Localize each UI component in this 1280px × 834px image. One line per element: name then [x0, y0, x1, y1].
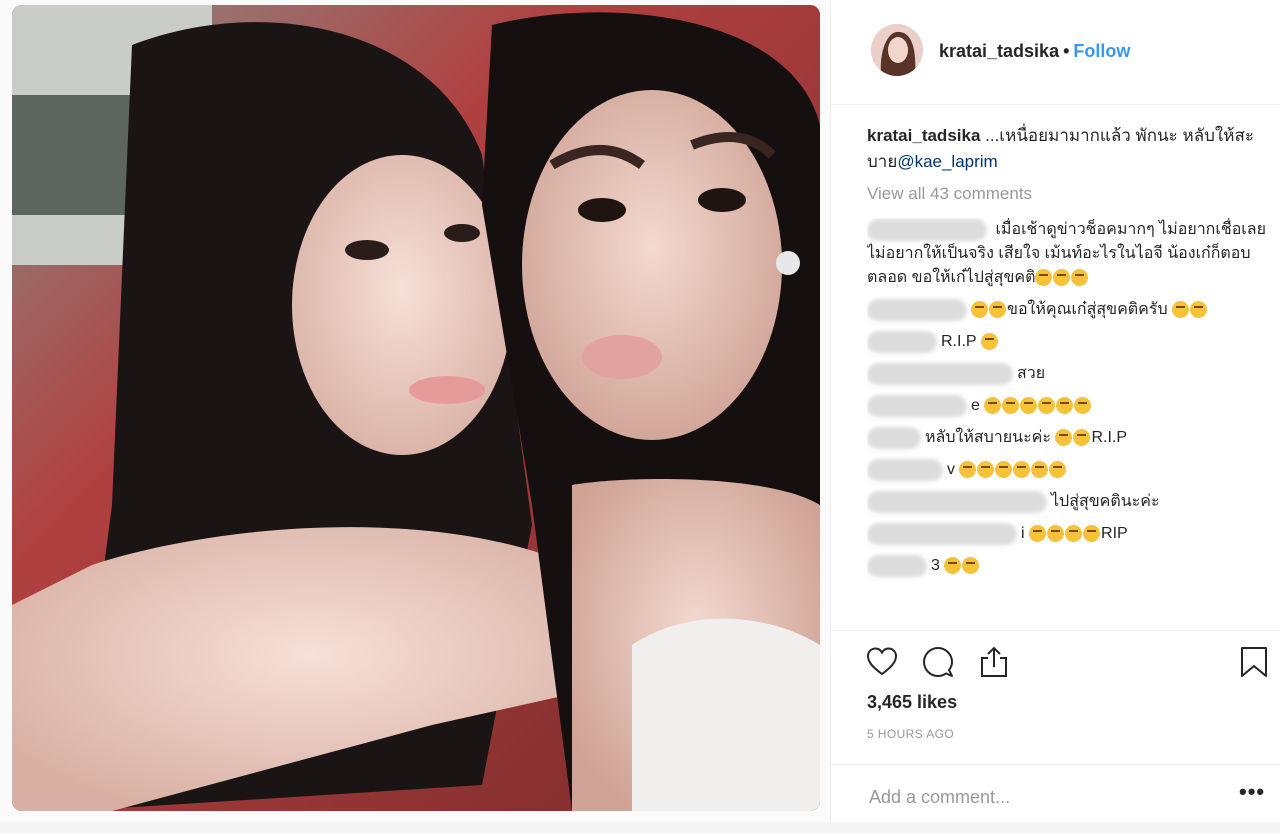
blurred-username: [867, 218, 987, 241]
more-options-button[interactable]: •••: [1239, 779, 1265, 805]
blurred-username: [867, 330, 937, 353]
header-separator: •: [1063, 41, 1070, 61]
crying-emoji-icon: [1035, 269, 1053, 287]
crying-emoji-icon: [1020, 397, 1038, 415]
crying-emoji-icon: [989, 301, 1006, 319]
comment-text: e: [971, 397, 980, 414]
post-timestamp: 5 HOURS AGO: [867, 727, 955, 741]
share-icon: [981, 646, 1007, 677]
pensive-emoji-icon: [1029, 525, 1047, 543]
crying-emoji-icon: [1053, 269, 1071, 287]
weary-emoji-icon: [977, 461, 995, 479]
header-text: kratai_tadsika • Follow: [939, 41, 1130, 62]
weary-emoji-icon: [995, 461, 1013, 479]
header-username[interactable]: kratai_tadsika: [939, 41, 1059, 61]
pensive-emoji-icon: [1065, 525, 1083, 543]
comment-item: เมื่อเช้าดูข่าวช็อคมากๆ ไม่อยากเชื่อเลยไ…: [867, 218, 1267, 290]
heart-icon: [866, 647, 898, 676]
post-photo-area: [0, 0, 830, 833]
weary-emoji-icon: [1031, 461, 1049, 479]
comment-text: R.I.P: [941, 333, 977, 350]
comment-text: หลับให้สบายนะค่ะ: [925, 429, 1051, 446]
share-button[interactable]: [977, 645, 1011, 679]
blurred-username: [867, 362, 1013, 385]
crying-emoji-icon: [1071, 269, 1089, 287]
blurred-username: [867, 522, 1017, 545]
comment-text: 3: [931, 557, 940, 574]
comment-item: v: [867, 458, 1267, 482]
blurred-username: [867, 298, 967, 321]
comment-text: i: [1021, 525, 1025, 542]
comment-button[interactable]: [921, 645, 955, 679]
pensive-emoji-icon: [1047, 525, 1065, 543]
crying-emoji-icon: [944, 557, 962, 575]
weary-emoji-icon: [1013, 461, 1031, 479]
pensive-emoji-icon: [1083, 525, 1101, 543]
comment-item: ไปสู่สุขคตินะค่ะ: [867, 490, 1267, 514]
crying-emoji-icon: [971, 301, 988, 319]
comment-item: e: [867, 394, 1267, 418]
crying-emoji-icon: [962, 557, 980, 575]
bookmark-icon: [1241, 647, 1267, 677]
blurred-username: [867, 554, 927, 577]
comment-text: ขอให้คุณเก๋สู่สุขคติครับ: [1007, 301, 1168, 318]
crying-emoji-icon: [984, 397, 1002, 415]
crying-emoji-icon: [1055, 429, 1073, 447]
comment-item: i RIP: [867, 522, 1267, 546]
comment-item: หลับให้สบายนะค่ะ R.I.P: [867, 426, 1267, 450]
comment-item: R.I.P: [867, 330, 1267, 354]
crying-emoji-icon: [1056, 397, 1074, 415]
crying-emoji-icon: [1002, 397, 1020, 415]
comment-item: สวย: [867, 362, 1267, 386]
expressionless-emoji-icon: [980, 333, 998, 351]
crying-emoji-icon: [1038, 397, 1056, 415]
comment-text: R.I.P: [1091, 429, 1127, 446]
caption-username[interactable]: kratai_tadsika: [867, 126, 980, 145]
comments-list: เมื่อเช้าดูข่าวช็อคมากๆ ไม่อยากเชื่อเลยไ…: [867, 218, 1267, 630]
like-button[interactable]: [865, 645, 899, 679]
likes-count[interactable]: 3,465 likes: [867, 692, 957, 713]
post-photo-illustration: [12, 5, 820, 811]
comment-text: v: [947, 461, 955, 478]
follow-button[interactable]: Follow: [1073, 41, 1130, 61]
post-photo[interactable]: [12, 5, 820, 811]
caption: kratai_tadsika ...เหนื่อยมามากแล้ว พักนะ…: [867, 123, 1267, 175]
blurred-username: [867, 490, 1047, 513]
sad-emoji-icon: [1190, 301, 1208, 319]
post-sidebar: kratai_tadsika • Follow kratai_tadsika ...…: [831, 0, 1280, 833]
sad-emoji-icon: [1172, 301, 1190, 319]
caption-mention[interactable]: @kae_laprim: [897, 152, 997, 171]
weary-emoji-icon: [1049, 461, 1067, 479]
comment-icon: [923, 647, 953, 677]
comment-item: ขอให้คุณเก๋สู่สุขคติครับ: [867, 298, 1267, 322]
add-comment-input[interactable]: [867, 781, 1211, 813]
weary-emoji-icon: [959, 461, 977, 479]
blurred-username: [867, 458, 943, 481]
actions-divider: [831, 630, 1280, 631]
comment-text: RIP: [1101, 525, 1128, 542]
comment-text: ไปสู่สุขคตินะค่ะ: [1051, 493, 1160, 510]
bookmark-button[interactable]: [1237, 645, 1271, 679]
avatar-image: [871, 24, 923, 76]
post-header: kratai_tadsika • Follow: [831, 0, 1280, 105]
blurred-username: [867, 426, 921, 449]
comment-text: สวย: [1017, 365, 1046, 382]
crying-emoji-icon: [1073, 429, 1091, 447]
comment-item: 3: [867, 554, 1267, 578]
bottom-bar: [0, 822, 1280, 833]
view-all-comments-link[interactable]: View all 43 comments: [867, 184, 1032, 204]
crying-emoji-icon: [1074, 397, 1092, 415]
avatar[interactable]: [871, 24, 923, 76]
blurred-username: [867, 394, 967, 417]
